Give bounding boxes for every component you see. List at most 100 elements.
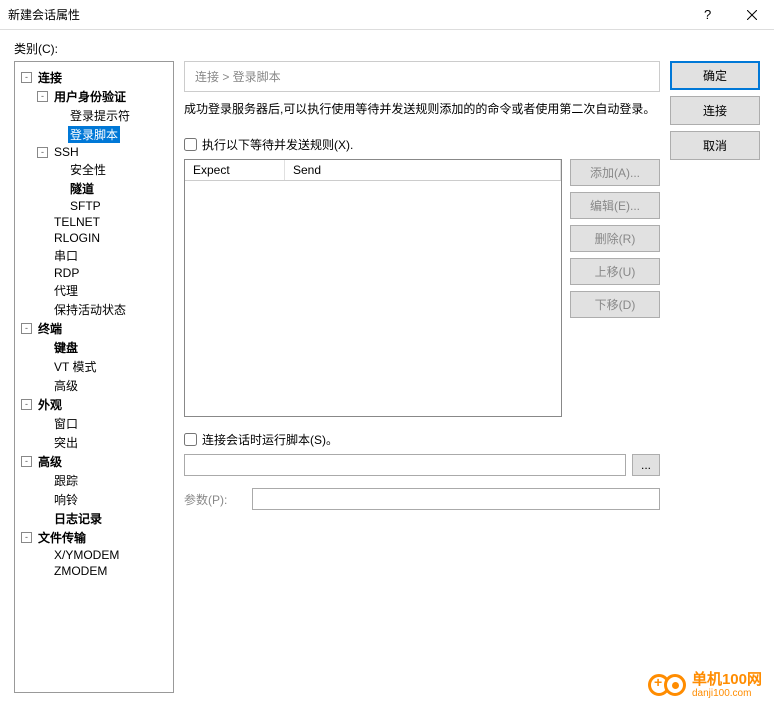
tree-spacer <box>53 201 64 212</box>
tree-item[interactable]: -高级 <box>15 452 173 471</box>
tree-item[interactable]: 突出 <box>15 433 173 452</box>
collapse-icon[interactable]: - <box>37 91 48 102</box>
script-path-input[interactable] <box>184 454 626 476</box>
tree-spacer <box>53 129 64 140</box>
tree-item-label: 外观 <box>36 396 64 413</box>
move-down-button[interactable]: 下移(D) <box>570 291 660 318</box>
collapse-icon[interactable]: - <box>21 323 32 334</box>
tree-spacer <box>37 304 48 315</box>
tree-item[interactable]: 日志记录 <box>15 509 173 528</box>
col-send[interactable]: Send <box>285 160 561 180</box>
tree-item[interactable]: 键盘 <box>15 338 173 357</box>
tree-spacer <box>37 217 48 228</box>
tree-item[interactable]: SFTP <box>15 198 173 214</box>
tree-item[interactable]: -用户身份验证 <box>15 87 173 106</box>
tree-item[interactable]: 响铃 <box>15 490 173 509</box>
tree-item-label: 登录提示符 <box>68 107 132 124</box>
delete-button[interactable]: 删除(R) <box>570 225 660 252</box>
tree-item[interactable]: RLOGIN <box>15 230 173 246</box>
browse-button[interactable]: ... <box>632 454 660 476</box>
tree-item-label: 登录脚本 <box>68 126 120 143</box>
window-title: 新建会话属性 <box>8 6 684 23</box>
run-script-checkbox[interactable]: 连接会话时运行脚本(S)。 <box>184 431 660 448</box>
tree-item[interactable]: VT 模式 <box>15 357 173 376</box>
tree-item-label: RLOGIN <box>52 231 102 245</box>
tree-spacer <box>37 550 48 561</box>
collapse-icon[interactable]: - <box>21 72 32 83</box>
tree-item[interactable]: ZMODEM <box>15 563 173 579</box>
category-tree[interactable]: -连接-用户身份验证登录提示符登录脚本-SSH安全性隧道SFTPTELNETRL… <box>14 61 174 693</box>
tree-item-label: 用户身份验证 <box>52 88 128 105</box>
tree-item[interactable]: 安全性 <box>15 160 173 179</box>
tree-spacer <box>37 513 48 524</box>
ok-button[interactable]: 确定 <box>670 61 760 90</box>
tree-spacer <box>37 566 48 577</box>
execute-rules-checkbox[interactable]: 执行以下等待并发送规则(X). <box>184 136 660 153</box>
tree-spacer <box>53 183 64 194</box>
tree-item-label: VT 模式 <box>52 358 98 375</box>
collapse-icon[interactable]: - <box>37 147 48 158</box>
run-script-input[interactable] <box>184 433 197 446</box>
tree-item[interactable]: 窗口 <box>15 414 173 433</box>
tree-item[interactable]: 隧道 <box>15 179 173 198</box>
tree-item[interactable]: -连接 <box>15 68 173 87</box>
tree-spacer <box>37 250 48 261</box>
tree-item[interactable]: -外观 <box>15 395 173 414</box>
tree-item[interactable]: TELNET <box>15 214 173 230</box>
execute-rules-label: 执行以下等待并发送规则(X). <box>202 136 353 153</box>
tree-item-label: 安全性 <box>68 161 108 178</box>
cancel-button[interactable]: 取消 <box>670 131 760 160</box>
tree-item[interactable]: 高级 <box>15 376 173 395</box>
move-up-button[interactable]: 上移(U) <box>570 258 660 285</box>
collapse-icon[interactable]: - <box>21 532 32 543</box>
tree-spacer <box>37 268 48 279</box>
close-button[interactable] <box>729 0 774 30</box>
tree-spacer <box>53 110 64 121</box>
breadcrumb: 连接 > 登录脚本 <box>184 61 660 92</box>
run-script-label: 连接会话时运行脚本(S)。 <box>202 431 338 448</box>
connect-button[interactable]: 连接 <box>670 96 760 125</box>
tree-spacer <box>53 164 64 175</box>
col-expect[interactable]: Expect <box>185 160 285 180</box>
tree-item[interactable]: 登录脚本 <box>15 125 173 144</box>
tree-item-label: RDP <box>52 266 81 280</box>
tree-item[interactable]: 跟踪 <box>15 471 173 490</box>
tree-item-label: 突出 <box>52 434 80 451</box>
description-text: 成功登录服务器后,可以执行使用等待并发送规则添加的的命令或者使用第二次自动登录。 <box>184 100 660 118</box>
tree-item-label: 终端 <box>36 320 64 337</box>
rules-table[interactable]: Expect Send <box>184 159 562 417</box>
tree-item[interactable]: 代理 <box>15 281 173 300</box>
tree-item-label: 键盘 <box>52 339 80 356</box>
tree-spacer <box>37 494 48 505</box>
collapse-icon[interactable]: - <box>21 399 32 410</box>
tree-item-label: 窗口 <box>52 415 80 432</box>
tree-spacer <box>37 233 48 244</box>
collapse-icon[interactable]: - <box>21 456 32 467</box>
tree-spacer <box>37 437 48 448</box>
tree-item[interactable]: -终端 <box>15 319 173 338</box>
execute-rules-input[interactable] <box>184 138 197 151</box>
tree-item-label: 日志记录 <box>52 510 104 527</box>
params-input <box>252 488 660 510</box>
tree-item[interactable]: X/YMODEM <box>15 547 173 563</box>
tree-item[interactable]: 保持活动状态 <box>15 300 173 319</box>
tree-item-label: X/YMODEM <box>52 548 121 562</box>
add-button[interactable]: 添加(A)... <box>570 159 660 186</box>
tree-item-label: 代理 <box>52 282 80 299</box>
tree-item[interactable]: RDP <box>15 265 173 281</box>
tree-item[interactable]: 登录提示符 <box>15 106 173 125</box>
tree-item-label: TELNET <box>52 215 102 229</box>
tree-item[interactable]: 串口 <box>15 246 173 265</box>
tree-item[interactable]: -文件传输 <box>15 528 173 547</box>
ellipsis-icon: ... <box>641 458 651 472</box>
tree-item-label: 隧道 <box>68 180 96 197</box>
edit-button[interactable]: 编辑(E)... <box>570 192 660 219</box>
tree-item-label: 文件传输 <box>36 529 88 546</box>
tree-spacer <box>37 418 48 429</box>
tree-item[interactable]: -SSH <box>15 144 173 160</box>
svg-text:?: ? <box>704 8 711 22</box>
tree-spacer <box>37 380 48 391</box>
params-label: 参数(P): <box>184 491 244 508</box>
tree-item-label: 串口 <box>52 247 80 264</box>
help-button[interactable]: ? <box>684 0 729 30</box>
